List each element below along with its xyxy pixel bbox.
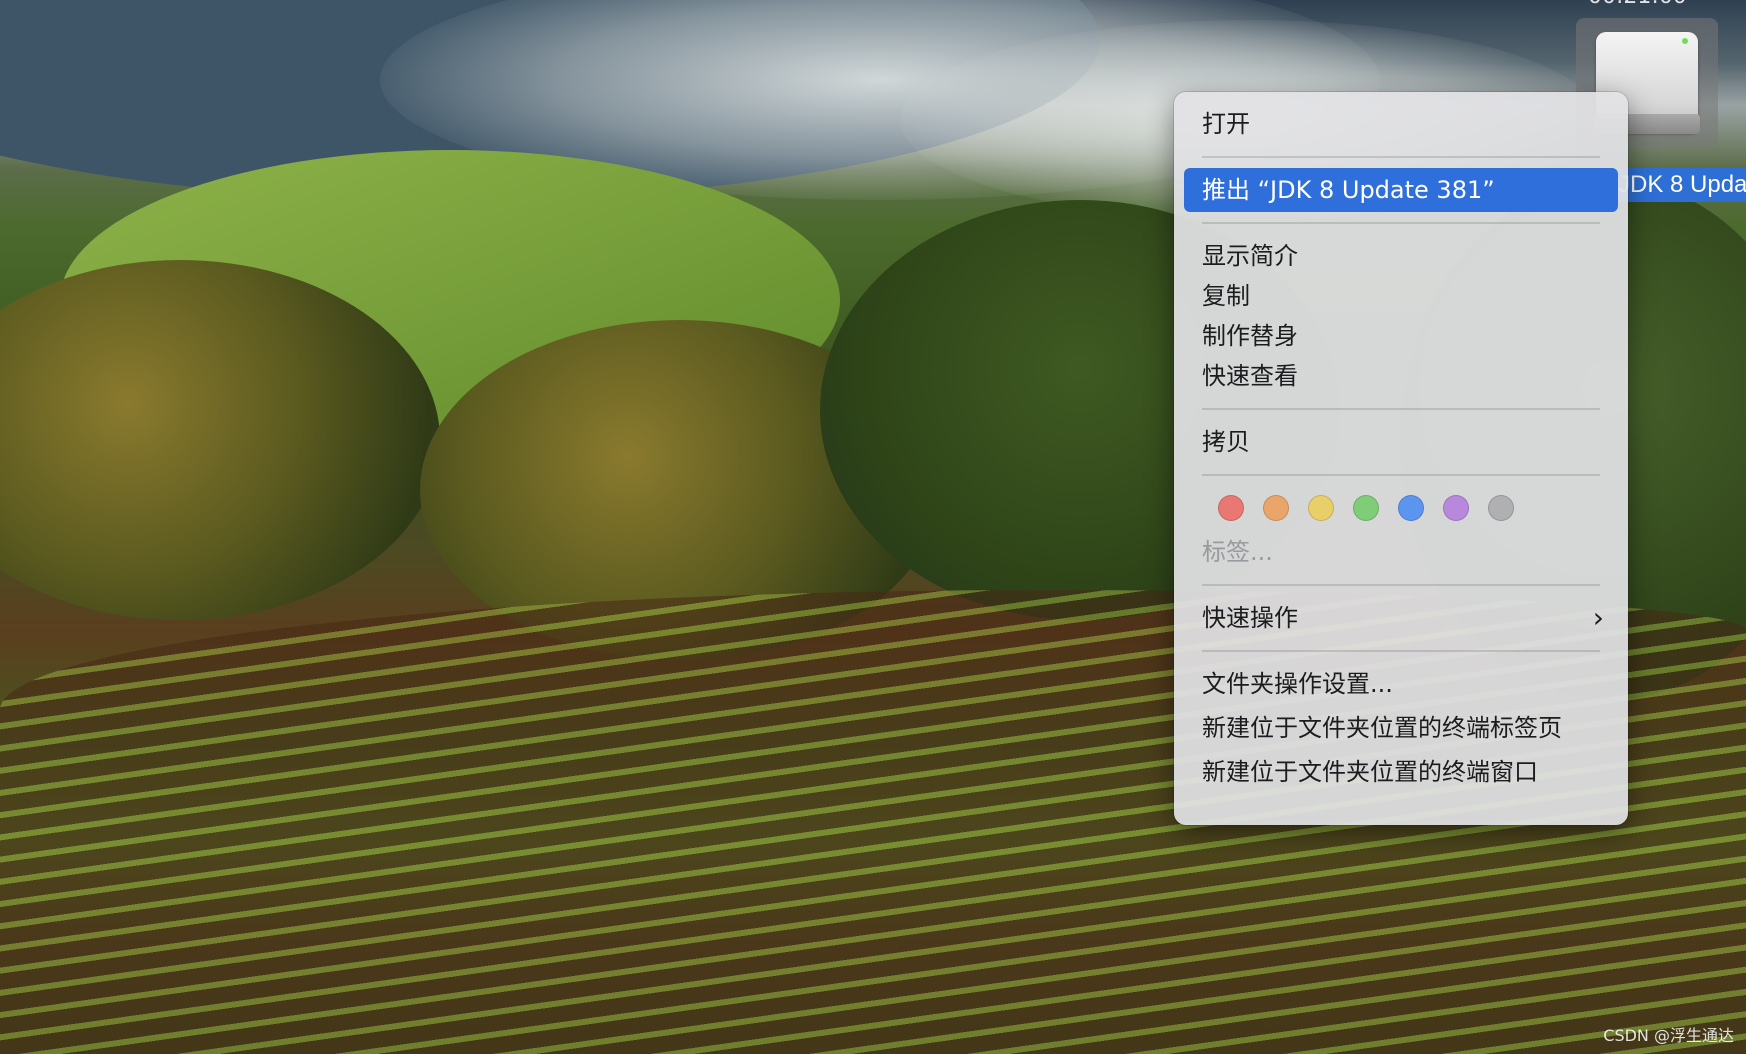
- tag-green-dot[interactable]: [1353, 495, 1379, 521]
- menu-item-folder-actions-setup[interactable]: 文件夹操作设置...: [1184, 662, 1618, 706]
- menu-separator: [1202, 584, 1600, 586]
- menu-separator: [1202, 650, 1600, 652]
- menu-item-tags[interactable]: 标签...: [1184, 530, 1618, 574]
- menu-item-new-terminal-window[interactable]: 新建位于文件夹位置的终端窗口: [1184, 750, 1618, 794]
- drive-led: [1682, 38, 1688, 44]
- menu-item-quick-look[interactable]: 快速查看: [1184, 354, 1618, 398]
- tag-blue-dot[interactable]: [1398, 495, 1424, 521]
- tag-yellow-dot[interactable]: [1308, 495, 1334, 521]
- drive-name-label[interactable]: JDK 8 Update 381: [1614, 168, 1746, 202]
- menu-separator: [1202, 222, 1600, 224]
- desktop: 00:21:00 JDK 8 Update 381 打开 推出 “JDK 8 U…: [0, 0, 1746, 1054]
- menu-item-duplicate[interactable]: 复制: [1184, 274, 1618, 318]
- tag-gray-dot[interactable]: [1488, 495, 1514, 521]
- tag-red-dot[interactable]: [1218, 495, 1244, 521]
- tag-color-row: [1184, 486, 1618, 530]
- menu-item-open[interactable]: 打开: [1184, 102, 1618, 146]
- tag-purple-dot[interactable]: [1443, 495, 1469, 521]
- menu-item-get-info[interactable]: 显示简介: [1184, 234, 1618, 278]
- menu-item-copy[interactable]: 拷贝: [1184, 420, 1618, 464]
- watermark-text: CSDN @浮生通达: [1603, 1026, 1734, 1045]
- menu-separator: [1202, 408, 1600, 410]
- menu-item-eject[interactable]: 推出 “JDK 8 Update 381”: [1184, 168, 1618, 212]
- menu-item-quick-actions[interactable]: 快速操作 ›: [1184, 596, 1618, 640]
- context-menu: 打开 推出 “JDK 8 Update 381” 显示简介 复制 制作替身 快速…: [1174, 92, 1628, 825]
- chevron-right-icon: ›: [1592, 601, 1604, 634]
- tag-orange-dot[interactable]: [1263, 495, 1289, 521]
- quick-actions-label: 快速操作: [1202, 604, 1298, 632]
- menu-separator: [1202, 474, 1600, 476]
- menu-separator: [1202, 156, 1600, 158]
- menu-item-make-alias[interactable]: 制作替身: [1184, 314, 1618, 358]
- menu-item-new-terminal-tab[interactable]: 新建位于文件夹位置的终端标签页: [1184, 706, 1618, 750]
- menu-bar-clock: 00:21:00: [1588, 0, 1687, 9]
